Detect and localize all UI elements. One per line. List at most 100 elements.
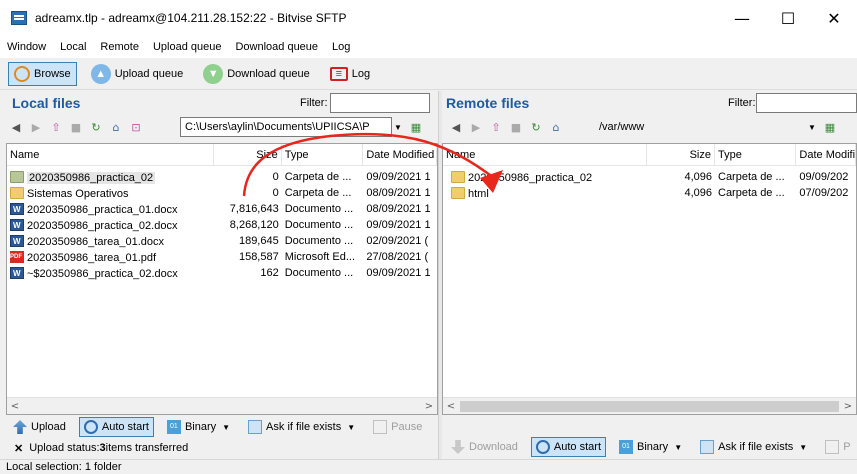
back-icon[interactable]: ◀ xyxy=(8,119,24,135)
bitvise-app-icon xyxy=(11,11,27,25)
menu-log[interactable]: Log xyxy=(332,41,350,53)
auto-start-label: Auto start xyxy=(101,421,149,433)
binary-mode-dropdown[interactable]: 01 Binary ▼ xyxy=(162,417,235,437)
menu-bar: Window Local Remote Upload queue Downloa… xyxy=(0,36,857,58)
file-date: 27/08/2021 ( xyxy=(366,251,429,263)
home-icon[interactable]: ⌂ xyxy=(108,119,124,135)
menu-download-queue[interactable]: Download queue xyxy=(235,41,318,53)
desktop-icon[interactable]: ⊡ xyxy=(128,119,144,135)
folder-icon xyxy=(451,186,465,199)
local-filter-input[interactable] xyxy=(330,93,430,113)
upload-queue-button[interactable]: ▲ Upload queue xyxy=(85,62,190,86)
menu-remote[interactable]: Remote xyxy=(100,41,139,53)
table-row[interactable]: html 4,096 Carpeta de ... 07/09/202 xyxy=(443,185,856,201)
binary-mode-dropdown[interactable]: 01 Binary ▼ xyxy=(614,437,687,457)
table-row[interactable]: 2020350986_practica_02 4,096 Carpeta de … xyxy=(443,169,856,185)
col-date[interactable]: Date Modifi xyxy=(796,144,856,166)
local-nav-bar: ◀ ▶ ⇧ ■ ↻ ⌂ ⊡ C:\Users\aylin\Documents\U… xyxy=(0,115,438,139)
download-queue-button[interactable]: ▼ Download queue xyxy=(197,62,316,86)
file-date: 02/09/2021 ( xyxy=(366,235,429,247)
remote-path-input[interactable]: /var/www xyxy=(594,117,804,137)
folder-up-icon[interactable]: ⇧ xyxy=(488,119,504,135)
remote-list-header: Name Size Type Date Modifi xyxy=(443,144,856,166)
table-row[interactable]: 2020350986_practica_01.docx 7,816,643 Do… xyxy=(7,201,437,217)
stop-icon[interactable]: ■ xyxy=(508,119,524,135)
col-size[interactable]: Size xyxy=(647,144,715,166)
auto-start-icon xyxy=(83,420,98,434)
browse-button[interactable]: Browse xyxy=(8,61,77,86)
file-type: Documento ... xyxy=(284,267,354,279)
local-list-header: Name Size Type Date Modified xyxy=(7,144,437,166)
refresh-icon[interactable]: ↻ xyxy=(528,119,544,135)
file-date: 09/09/2021 1 xyxy=(366,267,431,279)
remote-path-dropdown[interactable]: ▼ xyxy=(806,117,818,137)
table-row[interactable]: 2020350986_tarea_01.pdf 158,587 Microsof… xyxy=(7,249,437,265)
file-size: 189,645 xyxy=(238,235,279,247)
file-type: Carpeta de ... xyxy=(284,171,352,183)
menu-window[interactable]: Window xyxy=(7,41,46,53)
col-type[interactable]: Type xyxy=(715,144,797,166)
local-files-title: Local files xyxy=(12,95,81,111)
download-button[interactable]: Download xyxy=(446,437,523,457)
chevron-down-icon: ▼ xyxy=(799,442,808,452)
ask-if-exists-dropdown[interactable]: Ask if file exists ▼ xyxy=(695,437,812,457)
scroll-left-icon[interactable]: < xyxy=(443,399,459,414)
col-type[interactable]: Type xyxy=(282,144,364,166)
forward-icon[interactable]: ▶ xyxy=(468,119,484,135)
pause-button[interactable]: Pause xyxy=(368,417,427,437)
log-button[interactable]: ≡ Log xyxy=(324,62,376,86)
remote-filter-input[interactable] xyxy=(756,93,857,113)
scroll-right-icon[interactable]: > xyxy=(421,399,437,414)
folder-up-icon[interactable]: ⇧ xyxy=(48,119,64,135)
refresh-icon[interactable]: ↻ xyxy=(88,119,104,135)
col-name[interactable]: Name xyxy=(7,144,214,166)
download-auto-start-button[interactable]: Auto start xyxy=(530,437,606,457)
upload-auto-start-button[interactable]: Auto start xyxy=(78,417,154,437)
local-path-input[interactable]: C:\Users\aylin\Documents\UPIICSA\P xyxy=(180,117,392,137)
view-mode-icon[interactable]: ▦ xyxy=(822,119,838,135)
table-row[interactable]: 2020350986_practica_02 0 Carpeta de ... … xyxy=(7,169,437,185)
remote-horizontal-scrollbar[interactable]: < > xyxy=(443,397,856,414)
col-size[interactable]: Size xyxy=(214,144,282,166)
menu-local[interactable]: Local xyxy=(60,41,86,53)
ask-if-exists-dropdown[interactable]: Ask if file exists ▼ xyxy=(243,417,360,437)
pause-icon xyxy=(373,420,388,434)
cancel-icon[interactable]: ✕ xyxy=(14,442,23,455)
scroll-thumb[interactable] xyxy=(460,401,839,412)
table-row[interactable]: 2020350986_tarea_01.docx 189,645 Documen… xyxy=(7,233,437,249)
local-path-dropdown[interactable]: ▼ xyxy=(392,117,404,137)
file-name: html xyxy=(468,187,489,200)
maximize-button[interactable]: ☐ xyxy=(765,0,811,36)
col-date[interactable]: Date Modified xyxy=(363,144,437,166)
remote-files-panel: Remote files Filter: ◀ ▶ ⇧ ■ ↻ ⌂ /var/ww… xyxy=(442,91,857,457)
close-button[interactable]: ✕ xyxy=(811,0,857,36)
local-filter-label: Filter: xyxy=(300,97,328,109)
remote-transfer-bar: Download Auto start 01 Binary ▼ Ask if f… xyxy=(446,435,856,459)
table-row[interactable]: Sistemas Operativos 0 Carpeta de ... 08/… xyxy=(7,185,437,201)
file-size: 0 xyxy=(272,187,279,199)
local-horizontal-scrollbar[interactable]: < > xyxy=(7,397,437,414)
scroll-left-icon[interactable]: < xyxy=(7,399,23,414)
file-date: 09/09/202 xyxy=(799,171,849,183)
scroll-right-icon[interactable]: > xyxy=(840,399,856,414)
forward-icon[interactable]: ▶ xyxy=(28,119,44,135)
home-icon[interactable]: ⌂ xyxy=(548,119,564,135)
table-row[interactable]: 2020350986_practica_02.docx 8,268,120 Do… xyxy=(7,217,437,233)
back-icon[interactable]: ◀ xyxy=(448,119,464,135)
download-queue-icon: ▼ xyxy=(203,63,224,84)
file-exists-icon xyxy=(700,440,715,454)
remote-file-list[interactable]: Name Size Type Date Modifi 2020350986_pr… xyxy=(442,143,857,415)
view-mode-icon[interactable]: ▦ xyxy=(408,119,424,135)
folder-icon xyxy=(10,186,24,199)
table-row[interactable]: ~$20350986_practica_02.docx 162 Document… xyxy=(7,265,437,281)
minimize-button[interactable]: — xyxy=(719,0,765,36)
upload-label: Upload xyxy=(31,421,66,433)
remote-nav-bar: ◀ ▶ ⇧ ■ ↻ ⌂ /var/www ▼ ▦ xyxy=(442,115,857,139)
col-name[interactable]: Name xyxy=(443,144,648,166)
stop-icon[interactable]: ■ xyxy=(68,119,84,135)
local-file-list[interactable]: Name Size Type Date Modified 2020350986_… xyxy=(6,143,438,415)
upload-button[interactable]: Upload xyxy=(8,417,71,437)
pause-button[interactable]: P xyxy=(820,437,855,457)
auto-start-icon xyxy=(535,440,550,454)
menu-upload-queue[interactable]: Upload queue xyxy=(153,41,222,53)
